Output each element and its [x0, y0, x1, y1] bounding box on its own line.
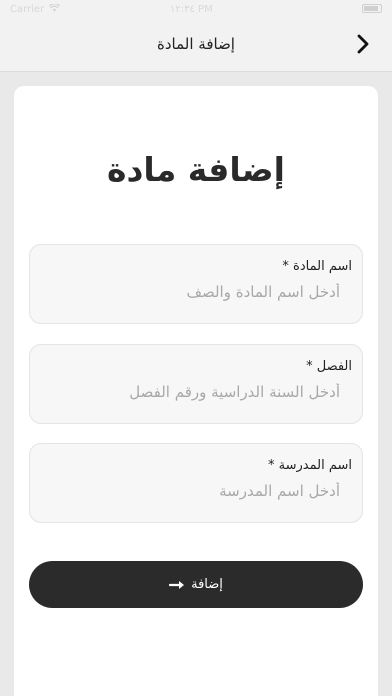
school-name-input[interactable] [50, 482, 340, 500]
carrier-label: Carrier [10, 4, 45, 15]
class-input[interactable] [50, 383, 340, 401]
nav-title: إضافة المادة [157, 35, 235, 53]
subject-name-field[interactable]: اسم المادة * [29, 244, 363, 324]
status-right [362, 4, 382, 13]
class-label: الفصل * [306, 359, 352, 374]
page-title: إضافة مادة [107, 150, 285, 189]
school-name-label: اسم المدرسة * [268, 458, 352, 473]
add-button-label: إضافة [191, 577, 223, 592]
back-button[interactable] [352, 34, 374, 58]
class-field[interactable]: الفصل * [29, 344, 363, 424]
arrow-right-icon [169, 580, 185, 590]
subject-name-label: اسم المادة * [282, 259, 352, 274]
nav-bar: إضافة المادة [0, 20, 392, 72]
wifi-icon [48, 3, 61, 15]
form-card: إضافة مادة اسم المادة * الفصل * اسم المد… [14, 86, 378, 696]
subject-name-input[interactable] [50, 283, 340, 301]
status-bar: Carrier ١٢:٣٤ PM [0, 0, 392, 20]
status-time: ١٢:٣٤ PM [170, 4, 213, 15]
battery-icon [362, 4, 382, 13]
status-left: Carrier [10, 3, 61, 15]
chevron-right-icon [356, 34, 370, 58]
add-button[interactable]: إضافة [29, 561, 363, 608]
school-name-field[interactable]: اسم المدرسة * [29, 443, 363, 523]
